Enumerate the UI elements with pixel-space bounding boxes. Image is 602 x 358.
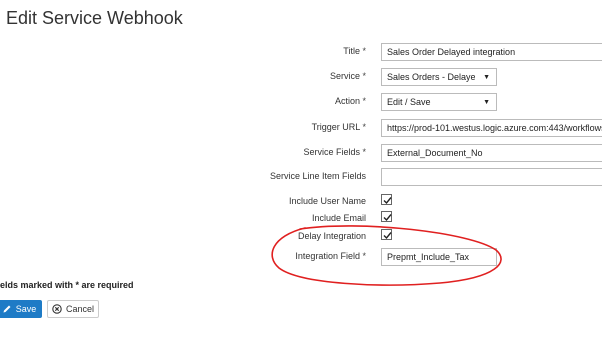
service-fields-label: Service Fields *: [303, 147, 366, 157]
include-user-name-checkbox[interactable]: [381, 194, 392, 205]
integration-field-input[interactable]: Prepmt_Include_Tax: [381, 248, 497, 266]
delay-integration-label: Delay Integration: [297, 231, 366, 241]
action-select[interactable]: Edit / Save ▼: [381, 93, 497, 111]
page-title: Edit Service Webhook: [6, 8, 183, 28]
caret-down-icon: ▼: [483, 99, 490, 106]
service-label: Service *: [329, 71, 366, 81]
cancel-button[interactable]: Cancel: [47, 300, 99, 318]
service-select-value: Sales Orders - Delaye...: [387, 72, 475, 82]
save-button[interactable]: Save: [0, 300, 42, 318]
integration-field-label: Integration Field *: [295, 251, 366, 261]
checkmark-icon: [383, 232, 392, 240]
required-fields-note: elds marked with * are required: [0, 280, 134, 290]
title-label: Title *: [343, 46, 366, 56]
service-select[interactable]: Sales Orders - Delaye... ▼: [381, 68, 497, 86]
action-select-value: Edit / Save: [387, 97, 431, 107]
include-user-name-label: Include User Name: [288, 196, 366, 206]
service-line-item-fields-label: Service Line Item Fields: [269, 171, 366, 181]
service-fields-input[interactable]: External_Document_No: [381, 144, 602, 162]
include-email-checkbox[interactable]: [381, 211, 392, 222]
checkmark-icon: [383, 214, 392, 222]
trigger-url-input[interactable]: https://prod-101.westus.logic.azure.com:…: [381, 119, 602, 137]
caret-down-icon: ▼: [483, 74, 490, 81]
delay-integration-checkbox[interactable]: [381, 229, 392, 240]
cancel-button-label: Cancel: [65, 304, 94, 314]
action-label: Action *: [334, 96, 366, 106]
save-button-label: Save: [15, 304, 37, 314]
trigger-url-label: Trigger URL *: [311, 122, 366, 132]
pencil-icon: [3, 305, 11, 313]
checkmark-icon: [383, 197, 392, 205]
service-line-item-fields-input[interactable]: [381, 168, 602, 186]
title-input[interactable]: Sales Order Delayed integration: [381, 43, 602, 61]
circle-x-icon: [52, 304, 62, 314]
include-email-label: Include Email: [311, 213, 366, 223]
